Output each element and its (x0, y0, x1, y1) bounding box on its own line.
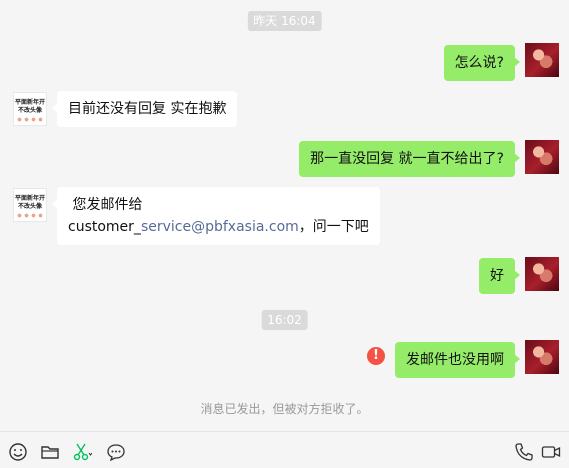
timestamp: 16:02 (261, 310, 308, 330)
message-text: ，问一下吧 (298, 219, 369, 235)
avatar-text: 平面新年开 (14, 99, 45, 106)
message-text: customer_ (68, 219, 141, 235)
avatar-text: 平面新年开 (14, 195, 45, 202)
message-bubble-sent[interactable]: 怎么说? (443, 45, 521, 81)
message-bubble-sent[interactable]: 好 (479, 258, 520, 294)
chat-bubble-icon[interactable] (106, 442, 126, 462)
message-bubble-sent[interactable]: 那一直没回复 就一直不给出了? (299, 141, 520, 177)
input-toolbar (0, 431, 569, 468)
avatar-self[interactable] (525, 257, 559, 291)
phone-icon[interactable] (514, 442, 534, 462)
email-link[interactable]: service@pbfxasia.com (141, 219, 299, 235)
system-notice: 消息已发出，但被对方拒收了。 (200, 402, 369, 416)
avatar-contact[interactable]: 平面新年开 不改头像 (13, 92, 47, 126)
message-line: customer_service@pbfxasia.com，问一下吧 (68, 216, 369, 238)
timestamp: 昨天 16:04 (247, 11, 322, 31)
folder-icon[interactable] (40, 442, 60, 462)
send-failed-icon[interactable]: ! (367, 347, 385, 365)
scissors-icon[interactable] (72, 442, 92, 462)
emoji-icon[interactable] (8, 442, 28, 462)
avatar-text: 不改头像 (17, 203, 42, 210)
message-bubble-sent[interactable]: 发邮件也没用啊 (395, 342, 520, 378)
video-icon[interactable] (541, 442, 561, 462)
avatar-contact[interactable]: 平面新年开 不改头像 (13, 188, 47, 222)
message-bubble-received[interactable]: 目前还没有回复 实在抱歉 (51, 91, 238, 127)
message-bubble-received[interactable]: 您发邮件给 customer_service@pbfxasia.com，问一下吧 (52, 187, 380, 245)
message-line: 您发邮件给 (68, 197, 143, 213)
avatar-self[interactable] (525, 43, 559, 77)
avatar-text: 不改头像 (17, 107, 42, 114)
avatar-self[interactable] (525, 140, 559, 174)
avatar-self[interactable] (525, 340, 559, 374)
